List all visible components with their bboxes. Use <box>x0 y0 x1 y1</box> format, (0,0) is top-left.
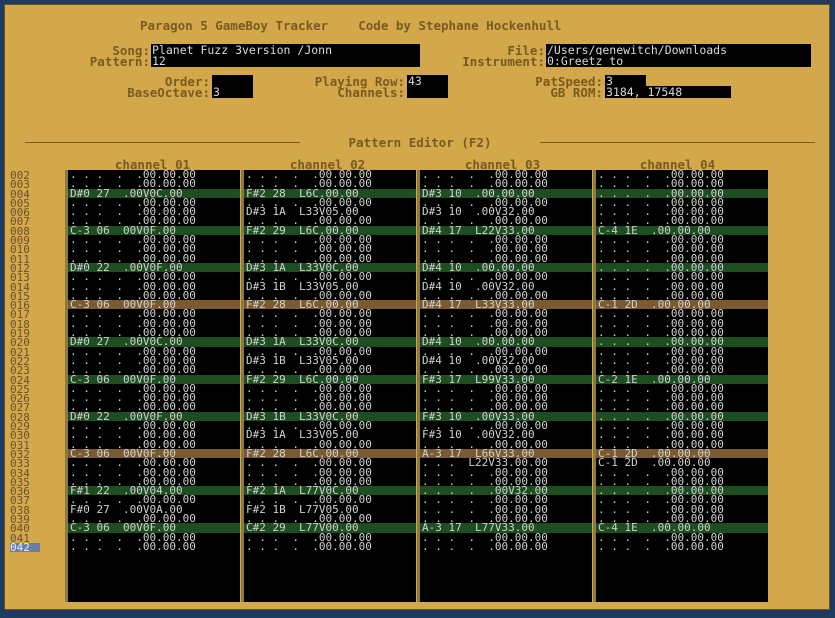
pattern-cell[interactable]: . . . . .00.00.00 <box>68 541 240 552</box>
baseoctave-field[interactable]: 3 <box>212 86 253 98</box>
gbrom-label: GB ROM: <box>550 85 603 100</box>
channels-field[interactable] <box>407 86 448 98</box>
channel-01-track[interactable]: . . . . .00.00.00. . . . .00.00.00 D#0 27… <box>65 170 240 602</box>
baseoctave-label: BaseOctave: <box>127 85 210 100</box>
instrument-label: Instrument: <box>462 54 545 69</box>
pattern-label: Pattern: <box>89 54 150 69</box>
instrument-field[interactable]: 0:Greetz to <box>546 55 811 67</box>
channel-04-track[interactable]: . . . . .00.00.00. . . . .00.00.00. . . … <box>593 170 768 602</box>
pattern-cell[interactable]: . . . . .00.00.00 <box>596 541 768 552</box>
gbrom-field: 3184, 17548 <box>605 86 731 98</box>
tracker-window: Paragon 5 GameBoy Tracker Code by Stepha… <box>4 4 830 610</box>
app-title: Paragon 5 GameBoy Tracker Code by Stepha… <box>140 18 562 33</box>
pattern-cell[interactable]: . . . . .00.00.00 <box>420 541 592 552</box>
separator-right <box>540 142 815 143</box>
pattern-editor-title: Pattern Editor (F2) <box>348 135 492 150</box>
pattern-cell[interactable]: . . . . .00.00.00 <box>244 541 416 552</box>
channel-03-track[interactable]: . . . . .00.00.00. . . . .00.00.00 D#3 10… <box>417 170 592 602</box>
row-number[interactable]: 042 <box>10 542 40 553</box>
channels-label: Channels: <box>337 85 405 100</box>
channel-02-track[interactable]: . . . . .00.00.00. . . . .00.00.00 F#2 28… <box>241 170 416 602</box>
separator-left <box>25 142 300 143</box>
pattern-field[interactable]: 12 <box>151 55 420 67</box>
row-number-column: 002 003 004 005 006 007 008 009 010 011 012 013 014 0… <box>10 170 66 553</box>
